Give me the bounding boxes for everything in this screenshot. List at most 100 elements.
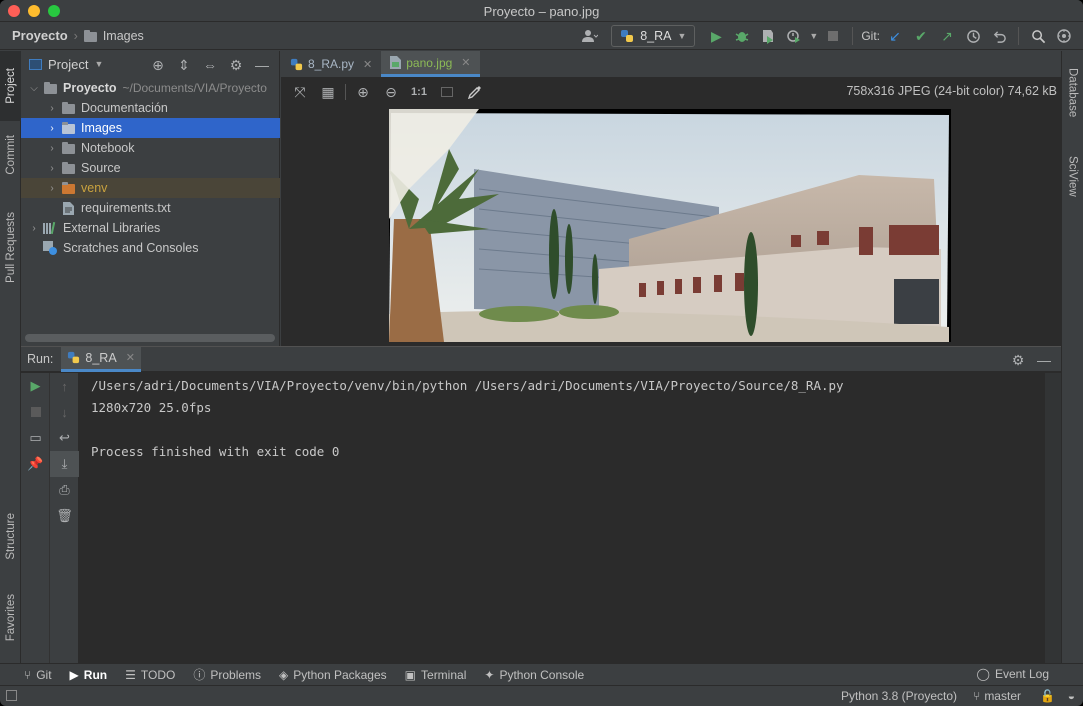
image-info: 758x316 JPEG (24-bit color) 74,62 kB bbox=[846, 84, 1057, 98]
tab-8-ra-py[interactable]: 8_RA.py ✕ bbox=[281, 51, 381, 77]
color-picker-icon[interactable] bbox=[464, 81, 486, 103]
git-push-icon[interactable]: ↗ bbox=[936, 25, 958, 47]
history-icon[interactable] bbox=[962, 25, 984, 47]
tree-item-scratches[interactable]: Scratches and Consoles bbox=[21, 238, 280, 258]
toggle-tool-windows-icon[interactable] bbox=[6, 690, 17, 701]
tab-favorites-tool[interactable]: Favorites bbox=[0, 581, 21, 655]
run-tab-8-ra[interactable]: 8_RA ✕ bbox=[61, 346, 141, 372]
tree-item-documentacion[interactable]: › Documentación bbox=[21, 98, 280, 118]
tree-item-source[interactable]: › Source bbox=[21, 158, 280, 178]
breadcrumb-project[interactable]: Proyecto bbox=[12, 28, 68, 43]
run-label: Run: bbox=[27, 352, 54, 366]
project-panel: Project ▼ ⊕ ⇕ ⇔ ⚙ — ⌵ Proyecto ~/Documen… bbox=[21, 51, 280, 346]
tab-project-tool[interactable]: Project bbox=[0, 51, 21, 121]
tab-structure-tool[interactable]: Structure bbox=[0, 499, 21, 573]
layout-icon[interactable]: ▭ bbox=[21, 425, 50, 451]
tab-commit-tool[interactable]: Commit bbox=[0, 123, 21, 187]
tab-sciview-tool[interactable]: SciView bbox=[1062, 145, 1083, 207]
tool-window-bar: ⑂ Git ▶ Run ☰ TODO ⓘ Problems ◈ Python Packag… bbox=[0, 663, 1083, 685]
git-commit-icon[interactable]: ✔ bbox=[910, 25, 932, 47]
hide-icon[interactable]: — bbox=[251, 54, 273, 76]
coverage-icon[interactable] bbox=[757, 25, 779, 47]
tree-item-external-libraries[interactable]: › External Libraries bbox=[21, 218, 280, 238]
grid-icon[interactable]: ▦ bbox=[317, 81, 339, 103]
scroll-to-end-icon[interactable]: ⤓ bbox=[50, 451, 79, 477]
tab-python-packages[interactable]: ◈ Python Packages bbox=[279, 668, 387, 682]
git-branch-status[interactable]: ⑂ master bbox=[973, 689, 1021, 703]
lock-icon[interactable]: 🔓 bbox=[1040, 689, 1055, 703]
tab-problems[interactable]: ⓘ Problems bbox=[193, 666, 261, 683]
tab-run[interactable]: ▶ Run bbox=[70, 668, 108, 682]
console-line: 1280x720 25.0fps bbox=[91, 400, 212, 415]
vertical-scrollbar[interactable] bbox=[1045, 373, 1061, 663]
tab-pull-requests-tool[interactable]: Pull Requests bbox=[0, 201, 21, 293]
horizontal-scrollbar[interactable] bbox=[25, 334, 275, 342]
collapsed-chevron-icon[interactable]: › bbox=[27, 223, 41, 234]
rollback-icon[interactable] bbox=[988, 25, 1010, 47]
chevron-down-icon[interactable]: ▼ bbox=[809, 31, 818, 41]
collapse-all-icon[interactable]: ⇔ bbox=[199, 54, 221, 76]
tab-python-console[interactable]: ✦ Python Console bbox=[484, 668, 584, 682]
breadcrumb-folder[interactable]: Images bbox=[103, 29, 144, 43]
console-output[interactable]: /Users/adri/Documents/VIA/Proyecto/venv/… bbox=[91, 375, 844, 463]
debug-icon[interactable] bbox=[731, 25, 753, 47]
rerun-icon[interactable]: ▶ bbox=[21, 373, 50, 399]
scroll-up-icon[interactable]: ↑ bbox=[50, 373, 79, 399]
fit-icon[interactable]: ⤧ bbox=[289, 81, 311, 103]
chessboard-icon[interactable] bbox=[436, 81, 458, 103]
tree-item-images[interactable]: › Images bbox=[21, 118, 280, 138]
tree-item-venv[interactable]: › venv bbox=[21, 178, 280, 198]
chevron-down-icon[interactable]: ▼ bbox=[94, 59, 103, 69]
close-tab-icon[interactable]: ✕ bbox=[363, 58, 372, 71]
user-icon[interactable] bbox=[579, 25, 601, 47]
tab-event-log[interactable]: ◯ Event Log bbox=[977, 667, 1049, 681]
expand-all-icon[interactable]: ⇕ bbox=[173, 54, 195, 76]
pin-icon[interactable]: 📌 bbox=[21, 451, 50, 477]
settings-icon[interactable] bbox=[1053, 25, 1075, 47]
gear-icon[interactable]: ⚙ bbox=[225, 54, 247, 76]
run-config-selector[interactable]: 8_RA ▼ bbox=[611, 25, 696, 47]
terminal-icon: ▣ bbox=[404, 667, 417, 682]
run-header: Run: 8_RA ✕ ⚙ — bbox=[21, 346, 1061, 372]
folder-icon bbox=[61, 122, 75, 134]
git-update-icon[interactable]: ↙ bbox=[884, 25, 906, 47]
close-tab-icon[interactable]: ✕ bbox=[126, 351, 135, 364]
tree-item-notebook[interactable]: › Notebook bbox=[21, 138, 280, 158]
collapsed-chevron-icon[interactable]: › bbox=[45, 123, 59, 134]
actual-size-button[interactable]: 1:1 bbox=[408, 81, 430, 103]
tree-item-requirements[interactable]: requirements.txt bbox=[21, 198, 280, 218]
tab-database-tool[interactable]: Database bbox=[1062, 57, 1083, 129]
tab-todo[interactable]: ☰ TODO bbox=[125, 668, 175, 682]
expanded-chevron-icon[interactable]: ⌵ bbox=[27, 83, 41, 94]
soft-wrap-icon[interactable]: ↩ bbox=[50, 425, 79, 451]
stop-icon[interactable] bbox=[822, 25, 844, 47]
scroll-down-icon[interactable]: ↓ bbox=[50, 399, 79, 425]
collapsed-chevron-icon[interactable]: › bbox=[45, 163, 59, 174]
python-icon bbox=[68, 351, 80, 364]
memory-indicator-icon[interactable]: ◒ bbox=[1068, 689, 1075, 703]
tab-label: Terminal bbox=[421, 667, 467, 682]
locate-icon[interactable]: ⊕ bbox=[147, 54, 169, 76]
close-tab-icon[interactable]: ✕ bbox=[461, 56, 470, 69]
collapsed-chevron-icon[interactable]: › bbox=[45, 183, 59, 194]
collapsed-chevron-icon[interactable]: › bbox=[45, 103, 59, 114]
tree-root[interactable]: ⌵ Proyecto ~/Documents/VIA/Proyecto bbox=[21, 78, 280, 98]
zoom-out-icon[interactable]: ⊖ bbox=[380, 81, 402, 103]
git-label: Git: bbox=[861, 29, 880, 43]
python-interpreter-status[interactable]: Python 3.8 (Proyecto) bbox=[841, 689, 957, 703]
gear-icon[interactable]: ⚙ bbox=[1007, 349, 1029, 371]
profile-icon[interactable] bbox=[783, 25, 805, 47]
tab-git[interactable]: ⑂ Git bbox=[24, 668, 52, 682]
tab-terminal[interactable]: ▣ Terminal bbox=[405, 668, 467, 682]
collapsed-chevron-icon[interactable]: › bbox=[45, 143, 59, 154]
run-icon[interactable]: ▶ bbox=[705, 25, 727, 47]
project-view-selector[interactable]: Project bbox=[48, 57, 88, 72]
hide-icon[interactable]: — bbox=[1033, 349, 1055, 371]
zoom-in-icon[interactable]: ⊕ bbox=[352, 81, 374, 103]
tab-pano-jpg[interactable]: pano.jpg ✕ bbox=[381, 51, 480, 77]
search-icon[interactable] bbox=[1027, 25, 1049, 47]
trash-icon[interactable]: 🗑 bbox=[50, 503, 79, 529]
stop-icon[interactable] bbox=[21, 399, 50, 425]
text-file-icon bbox=[62, 201, 74, 215]
print-icon[interactable]: ⎙ bbox=[50, 477, 79, 503]
